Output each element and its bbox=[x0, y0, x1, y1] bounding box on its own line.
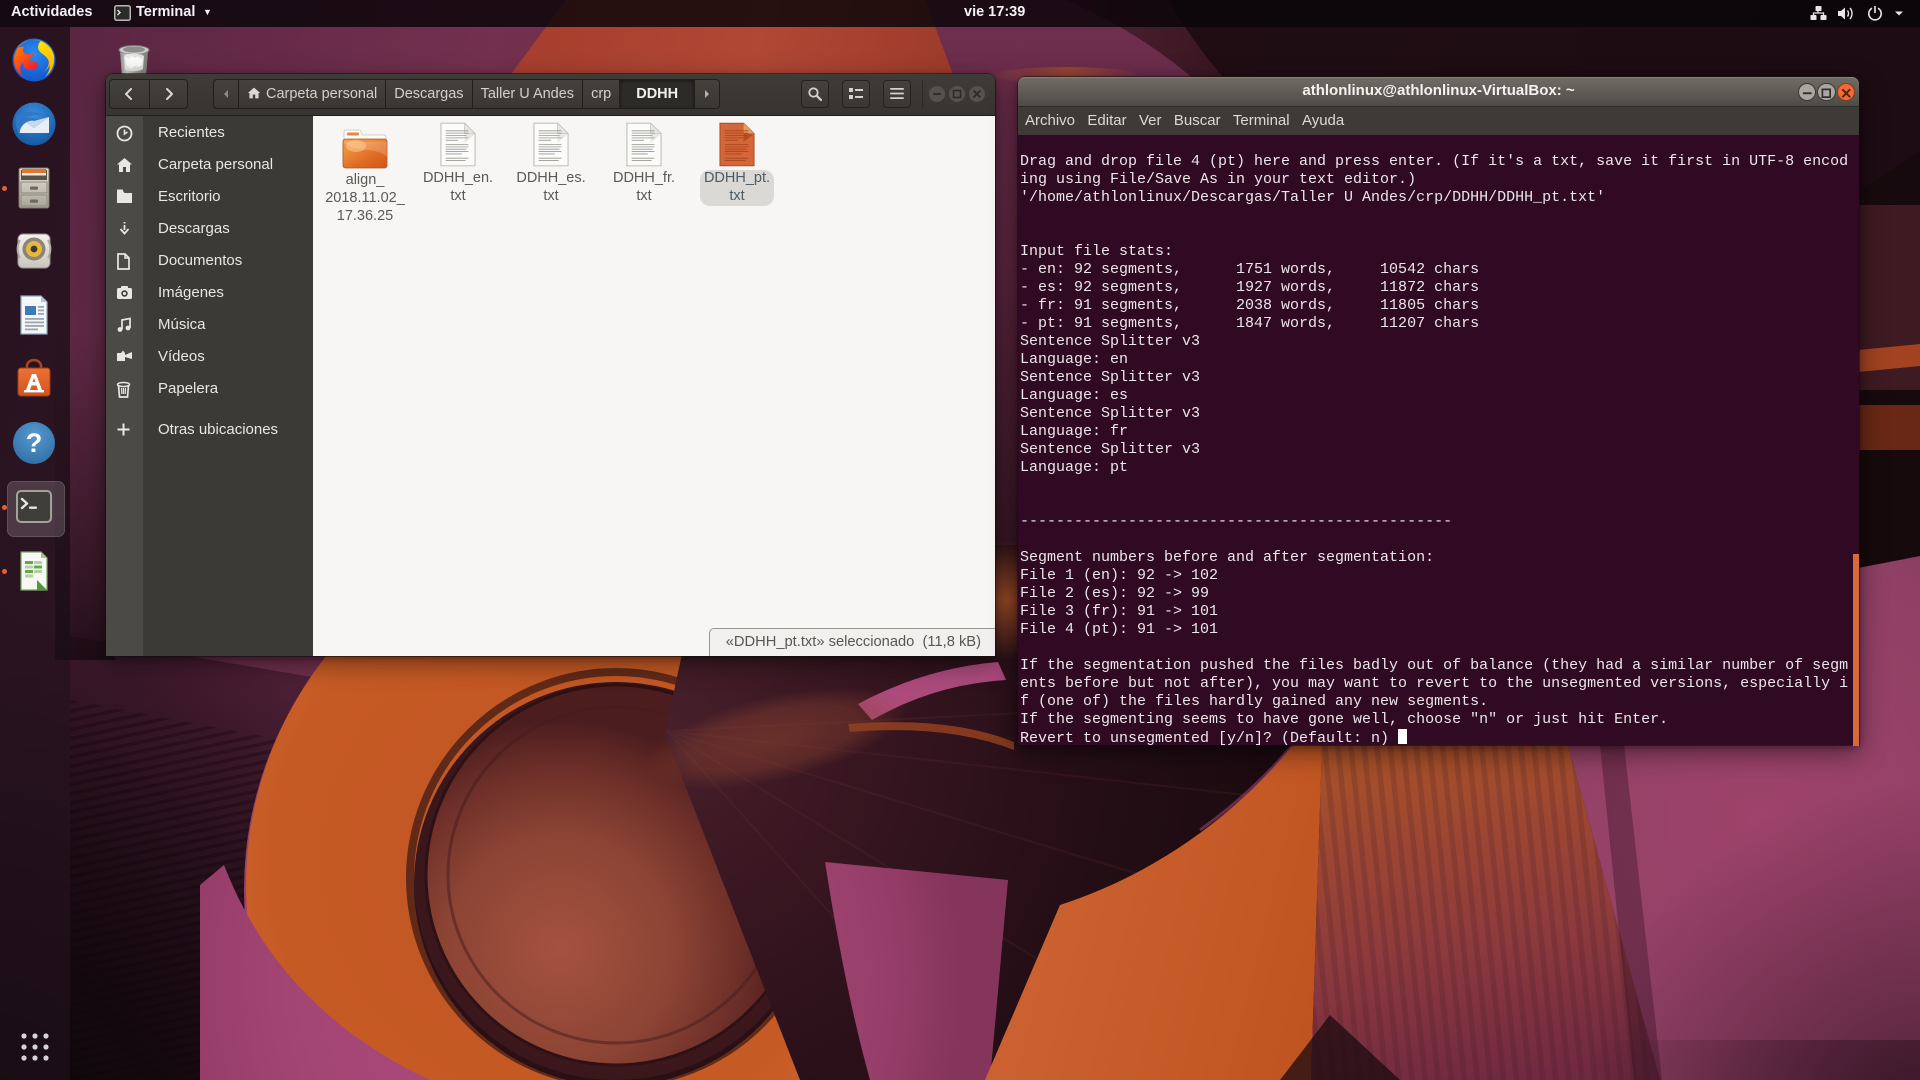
svg-text:?: ? bbox=[26, 428, 43, 458]
